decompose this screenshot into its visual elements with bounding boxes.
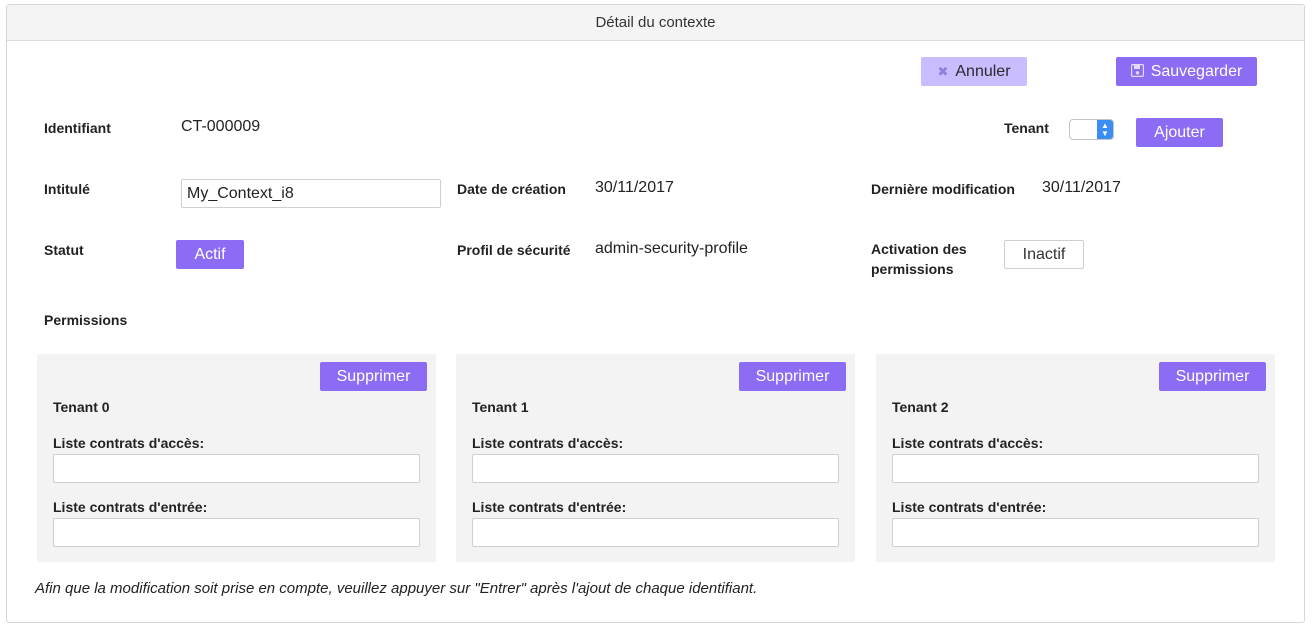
page-title: Détail du contexte	[595, 14, 716, 31]
panel-header: Détail du contexte	[7, 5, 1304, 41]
close-icon: ✖	[937, 63, 949, 79]
cancel-button[interactable]: ✖ Annuler	[921, 57, 1027, 86]
access-contracts-label: Liste contrats d'accès:	[892, 435, 1044, 451]
derniere-modification-label: Dernière modification	[871, 181, 1015, 197]
ingest-contracts-label: Liste contrats d'entrée:	[892, 499, 1047, 515]
tenant-permission-card: Supprimer Tenant 0 Liste contrats d'accè…	[37, 354, 436, 562]
access-contracts-label: Liste contrats d'accès:	[53, 435, 205, 451]
access-contracts-input[interactable]	[892, 454, 1259, 483]
tenant-card-title: Tenant 2	[892, 399, 949, 415]
footnote-hint: Afin que la modification soit prise en c…	[35, 580, 758, 597]
statut-value: Actif	[194, 245, 226, 263]
add-tenant-button-label: Ajouter	[1154, 123, 1205, 141]
ingest-contracts-label: Liste contrats d'entrée:	[472, 499, 627, 515]
date-creation-value: 30/11/2017	[595, 179, 674, 196]
statut-label: Statut	[44, 242, 84, 258]
identifiant-label: Identifiant	[44, 120, 111, 136]
floppy-disk-icon	[1130, 63, 1144, 80]
tenant-label: Tenant	[1004, 120, 1049, 136]
cancel-button-label: Annuler	[955, 62, 1011, 80]
intitule-label: Intitulé	[44, 181, 90, 197]
ingest-contracts-label: Liste contrats d'entrée:	[53, 499, 208, 515]
add-tenant-button[interactable]: Ajouter	[1136, 118, 1223, 147]
context-detail-panel: Détail du contexte ✖ Annuler Sauvegarder…	[6, 4, 1305, 623]
activation-permissions-label-line2: permissions	[871, 261, 954, 277]
intitule-input[interactable]: My_Context_i8	[181, 179, 441, 208]
activation-permissions-toggle[interactable]: Inactif	[1004, 240, 1084, 269]
intitule-input-value: My_Context_i8	[187, 184, 294, 202]
profil-securite-label: Profil de sécurité	[457, 242, 571, 258]
ingest-contracts-input[interactable]	[892, 518, 1259, 547]
profil-securite-value: admin-security-profile	[595, 240, 748, 257]
derniere-modification-value: 30/11/2017	[1042, 179, 1121, 196]
tenant-permission-card: Supprimer Tenant 1 Liste contrats d'accè…	[456, 354, 855, 562]
activation-permissions-label-line1: Activation des	[871, 241, 967, 257]
access-contracts-input[interactable]	[53, 454, 420, 483]
activation-permissions-label: Activation des permissions	[871, 239, 967, 279]
ingest-contracts-input[interactable]	[53, 518, 420, 547]
delete-tenant-button[interactable]: Supprimer	[320, 362, 427, 391]
permissions-label: Permissions	[44, 312, 128, 328]
delete-tenant-button[interactable]: Supprimer	[1159, 362, 1266, 391]
access-contracts-label: Liste contrats d'accès:	[472, 435, 624, 451]
delete-tenant-button[interactable]: Supprimer	[739, 362, 846, 391]
tenant-select[interactable]: ▲ ▼	[1069, 119, 1114, 140]
select-arrows-icon: ▲ ▼	[1097, 120, 1113, 139]
activation-permissions-value: Inactif	[1022, 245, 1066, 263]
ingest-contracts-input[interactable]	[472, 518, 839, 547]
statut-toggle[interactable]: Actif	[176, 240, 244, 269]
save-button-label: Sauvegarder	[1150, 62, 1243, 80]
tenant-card-title: Tenant 0	[53, 399, 110, 415]
tenant-permission-card: Supprimer Tenant 2 Liste contrats d'accè…	[876, 354, 1275, 562]
save-button[interactable]: Sauvegarder	[1116, 57, 1257, 86]
access-contracts-input[interactable]	[472, 454, 839, 483]
identifiant-value: CT-000009	[181, 118, 261, 135]
tenant-card-title: Tenant 1	[472, 399, 529, 415]
date-creation-label: Date de création	[457, 181, 566, 197]
